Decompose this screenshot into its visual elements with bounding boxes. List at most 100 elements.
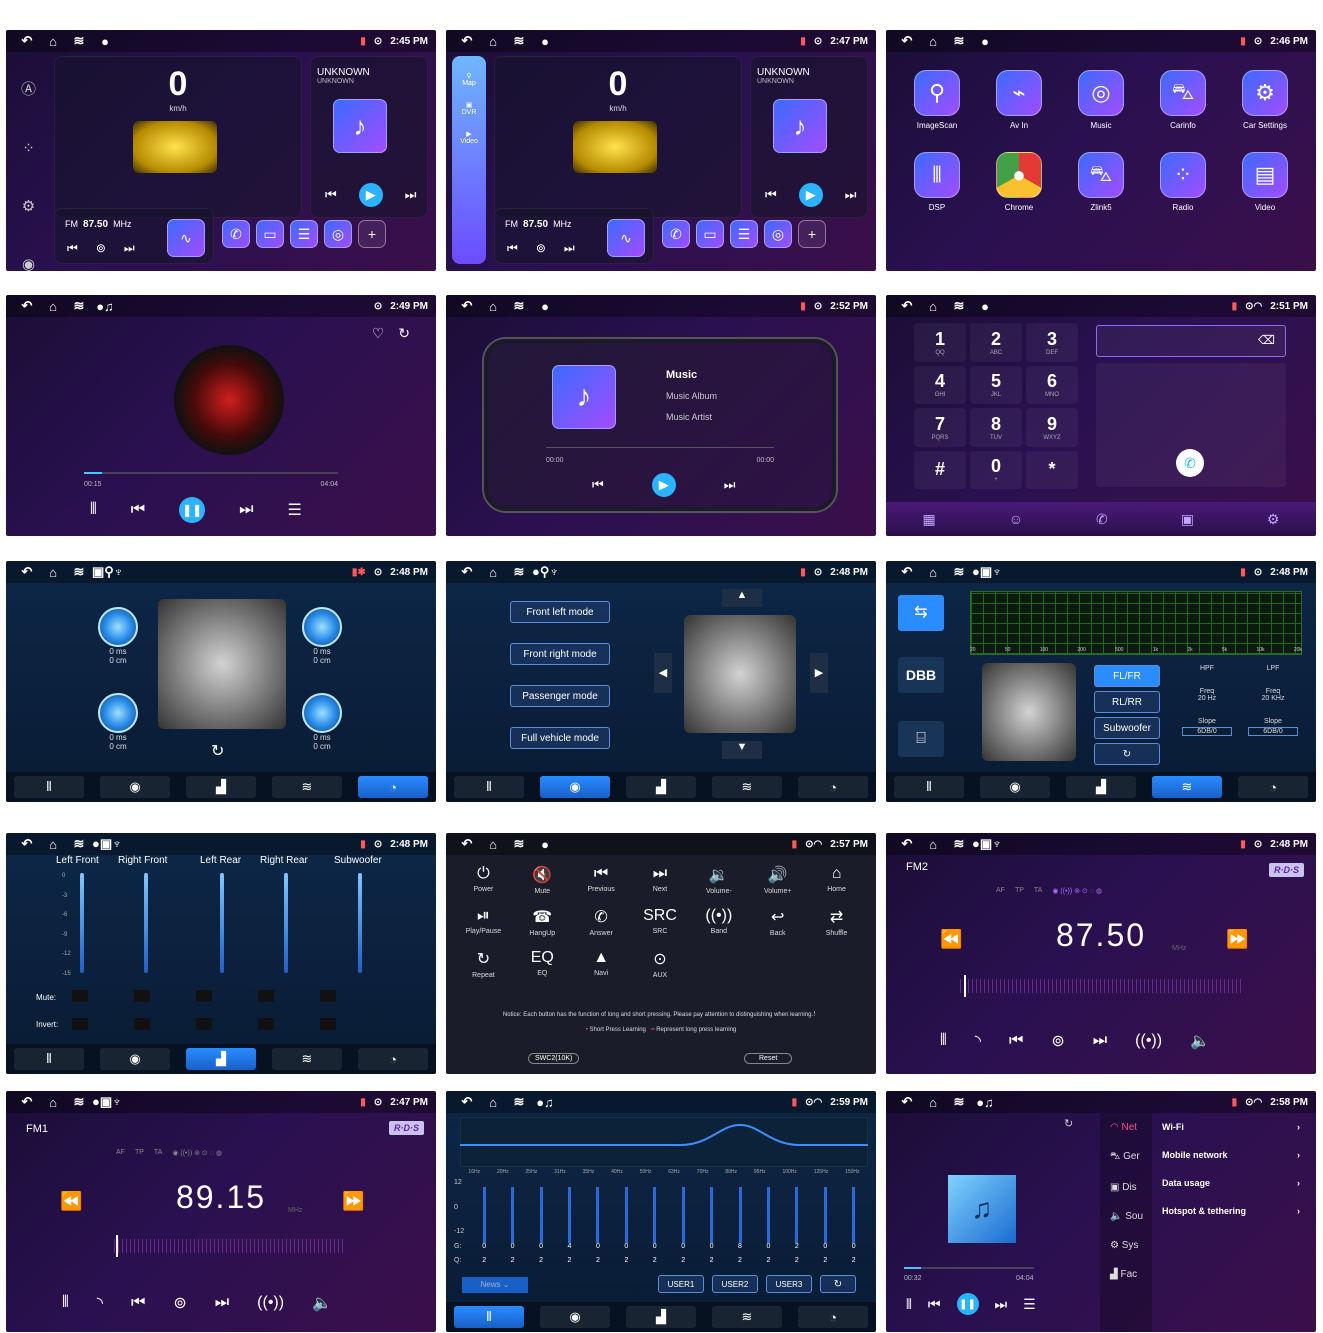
tab-eq-icon[interactable]: ▟ [186,776,256,798]
next-icon[interactable]: ⏭ [724,477,736,493]
key-hash[interactable]: # [914,450,966,489]
prev-icon[interactable]: ⏮ [131,1294,145,1312]
knob-rear-right[interactable] [302,693,342,733]
seek-back-icon[interactable]: ⏪ [60,1191,82,1212]
home-icon[interactable]: ⌂ [480,1095,506,1110]
app-chrome[interactable]: ● Chrome [978,152,1060,212]
layers-icon[interactable]: ≋ [66,298,92,314]
mute-checkbox[interactable] [196,990,212,1002]
layers-icon[interactable]: ≋ [946,298,972,314]
back-icon[interactable]: ↶ [894,836,920,852]
tab-sliders-icon[interactable]: ⫴ [454,1306,524,1328]
next-icon[interactable]: ⏭ [845,187,857,203]
band-button[interactable]: ((•)) Band [689,907,748,937]
prev-icon[interactable]: ⏮ [131,501,145,519]
refresh-icon[interactable]: ↻ [1064,1117,1073,1130]
eq-slider[interactable] [482,1187,486,1243]
tab-eq-icon[interactable]: ▟ [186,1048,256,1070]
map-item[interactable]: ⚲ Map [462,72,476,87]
key-9[interactable]: 9 WXYZ [1026,408,1078,447]
invert-checkbox[interactable] [258,1018,274,1030]
key-2[interactable]: 2 ABC [970,323,1022,362]
app-dsp[interactable]: ⫴ DSP [896,152,978,212]
back-icon[interactable]: ↶ [894,1094,920,1110]
dialpad-tab-icon[interactable]: ▦ [922,511,935,528]
tab-wave-icon[interactable]: ≋ [712,776,782,798]
home-icon[interactable]: ⌂ [40,837,66,852]
eq-slider[interactable] [511,1187,515,1243]
eq-slider[interactable] [539,1187,543,1243]
invert-checkbox[interactable] [320,1018,336,1030]
repeat-icon[interactable]: ↻ [398,325,410,342]
volume-icon[interactable]: 🔈 [312,1293,332,1313]
next-icon[interactable]: ⏭ [1093,1032,1107,1050]
prev-icon[interactable]: ⏮ [325,187,337,203]
reset-button[interactable]: ↻ [1094,743,1160,765]
eq-icon[interactable]: ⫴ [940,1032,947,1050]
tab-sliders-icon[interactable]: ⫴ [14,1048,84,1070]
eq-slider[interactable] [738,1187,742,1243]
home-icon[interactable]: ⌂ [480,299,506,314]
heart-icon[interactable]: ♡ [372,325,385,342]
volume-down-button[interactable]: 🔉 Volume- [689,865,748,895]
back-icon[interactable]: ↶ [454,836,480,852]
next-icon[interactable]: ⏭ [995,1296,1008,1313]
app-video[interactable]: ▤ Video [1224,152,1306,212]
play-icon[interactable]: ▶ [358,183,383,207]
playlist-icon[interactable]: ☰ [288,500,302,520]
progress-bar[interactable] [84,472,338,474]
slider-right-rear[interactable] [284,873,288,973]
home-icon[interactable]: ⌂ [920,34,946,49]
home-button[interactable]: ⌂ Home [807,865,866,895]
back-icon[interactable]: ↶ [454,33,480,49]
tab-timing-icon[interactable]: ◔ [358,776,428,798]
swc-select[interactable]: SWC2(10K) [528,1053,580,1064]
home-icon[interactable]: ⌂ [40,34,66,49]
answer-button[interactable]: ✆ Answer [572,907,631,937]
eq-slider[interactable] [766,1187,770,1243]
subwoofer-button[interactable]: Subwoofer [1094,717,1160,739]
knob-front-left[interactable] [98,607,138,647]
next-icon[interactable]: ⏭ [405,187,417,203]
tab-position-icon[interactable]: ◉ [540,1306,610,1328]
rss-icon[interactable]: ◝ [975,1031,981,1051]
key-star[interactable]: * [1026,450,1078,489]
user3-button[interactable]: USER3 [766,1275,812,1293]
crossover-icon[interactable]: ⇆ [898,595,944,631]
tab-wave-icon[interactable]: ≋ [272,776,342,798]
backspace-icon[interactable]: ⌫ [1258,333,1275,347]
front-left-mode-button[interactable]: Front left mode [510,601,610,623]
home-icon[interactable]: ⌂ [480,837,506,852]
back-button[interactable]: ↩ Back [748,907,807,937]
wifi-row[interactable]: Wi-Fi › [1156,1113,1306,1141]
slider-subwoofer[interactable] [358,873,362,973]
invert-checkbox[interactable] [72,1018,88,1030]
lpf-slope-select[interactable]: 6DB/0 [1248,727,1298,736]
call-button[interactable]: ✆ [1176,449,1204,477]
layers-icon[interactable]: ≋ [946,564,972,580]
repeat-button[interactable]: ↻ Repeat [454,949,513,979]
user1-button[interactable]: USER1 [658,1275,704,1293]
next-button[interactable]: ⏭ Next [631,865,690,895]
list-icon[interactable]: ☰ [730,220,758,248]
app-imagescan[interactable]: ⚲ ImageScan [896,70,978,130]
tab-eq-icon[interactable]: ▟ [626,776,696,798]
home-icon[interactable]: ⌂ [480,34,506,49]
list-icon[interactable]: ☰ [290,220,318,248]
search-icon[interactable]: ⊚ [536,241,546,256]
full-vehicle-mode-button[interactable]: Full vehicle mode [510,727,610,749]
reset-icon[interactable]: ↻ [211,741,224,761]
back-icon[interactable]: ↶ [894,564,920,580]
back-icon[interactable]: ↶ [894,298,920,314]
key-6[interactable]: 6 MNO [1026,365,1078,404]
tab-wave-icon[interactable]: ≋ [712,1306,782,1328]
sidebar-item-system[interactable]: ⚙ Sys [1100,1231,1152,1260]
back-icon[interactable]: ↶ [14,33,40,49]
mute-checkbox[interactable] [258,990,274,1002]
progress-bar[interactable] [546,447,774,448]
home-icon[interactable]: ⌂ [480,565,506,580]
add-icon[interactable]: + [358,220,386,248]
key-1[interactable]: 1 QQ [914,323,966,362]
down-arrow-icon[interactable]: ▼ [722,741,762,759]
tab-timing-icon[interactable]: ◔ [798,776,868,798]
